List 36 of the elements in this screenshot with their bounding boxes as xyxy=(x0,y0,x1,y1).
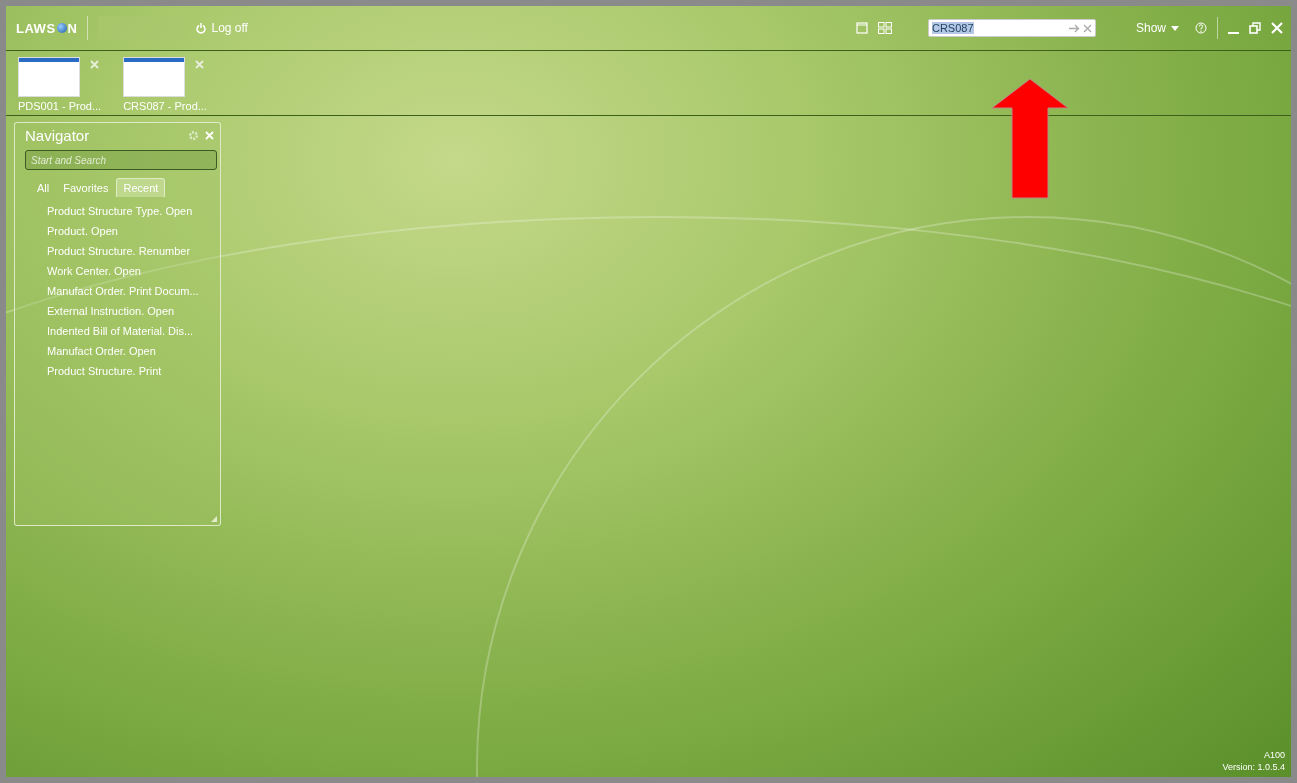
show-menu-button[interactable]: Show xyxy=(1129,20,1185,36)
power-icon xyxy=(196,22,207,34)
recent-item[interactable]: Indented Bill of Material. Dis... xyxy=(19,321,216,341)
caret-icon xyxy=(1171,25,1179,31)
recent-item[interactable]: Manufact Order. Open xyxy=(19,341,216,361)
window-label[interactable]: CRS087 - Prod... xyxy=(123,100,207,112)
logo: LAWS N xyxy=(16,16,89,40)
recent-item[interactable]: Product. Open xyxy=(19,221,216,241)
clear-icon[interactable] xyxy=(1082,23,1092,33)
tab[interactable]: Favorites xyxy=(57,178,115,197)
search-field[interactable]: Start and Search xyxy=(25,150,217,170)
go-arrow-icon[interactable] xyxy=(1068,23,1080,33)
tab[interactable]: Recent xyxy=(116,178,166,197)
recent-item[interactable]: External Instruction. Open xyxy=(19,301,216,321)
window-thumbnail[interactable] xyxy=(123,57,186,97)
window-thumbnail[interactable] xyxy=(18,57,80,97)
recent-item[interactable]: Manufact Order. Print Docum... xyxy=(19,281,216,301)
logoff-button[interactable]: Log off xyxy=(196,21,248,35)
close-icon[interactable] xyxy=(90,60,99,69)
help-icon[interactable] xyxy=(1195,22,1207,34)
single-window-icon[interactable] xyxy=(855,22,868,34)
tab[interactable]: All xyxy=(31,178,56,197)
recent-item[interactable]: Product Structure. Renumber xyxy=(19,241,216,261)
recent-item[interactable]: Product Structure. Print xyxy=(19,361,216,381)
resize-grip-icon[interactable] xyxy=(211,516,217,522)
version-text: Version: 1.0.5.4 xyxy=(1222,761,1285,773)
search-field[interactable]: CRS087 xyxy=(927,19,1096,37)
panel-title: Navigator xyxy=(24,127,91,144)
company-code: A100 xyxy=(1262,749,1285,761)
settings-icon[interactable] xyxy=(188,130,199,141)
restore-icon[interactable] xyxy=(1249,22,1261,34)
grid-view-icon[interactable] xyxy=(877,22,892,34)
recent-item[interactable]: Work Center. Open xyxy=(19,261,216,281)
close-icon[interactable] xyxy=(195,60,205,69)
recent-item[interactable]: Product Structure Type. Open xyxy=(19,201,216,221)
window-label[interactable]: PDS001 - Prod... xyxy=(18,100,102,112)
